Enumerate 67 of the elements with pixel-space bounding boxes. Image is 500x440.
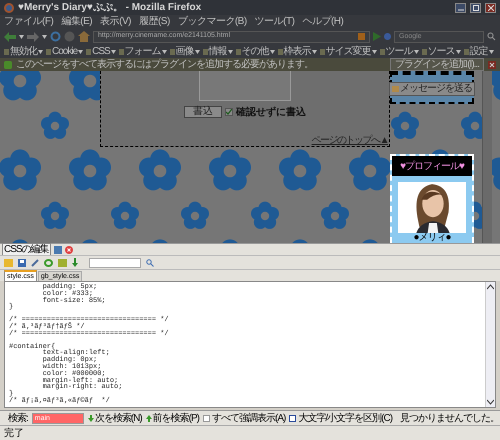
menu-item[interactable]: 編集(E)	[61, 16, 92, 28]
toolbar-menu[interactable]: 枠表示	[278, 46, 317, 58]
forward-arrow-icon[interactable]	[27, 32, 39, 42]
caret-icon	[456, 50, 461, 54]
down-arrow-icon	[88, 414, 94, 422]
caret-icon	[488, 50, 494, 54]
toolbar-menu[interactable]: 設定	[464, 46, 494, 58]
menu-item[interactable]: ブックマーク(B)	[178, 16, 247, 28]
checkbox-label: すべて強調表示(A)	[212, 412, 286, 424]
home-icon[interactable]	[78, 31, 90, 42]
caret-icon	[110, 50, 116, 54]
brush-icon[interactable]	[31, 258, 39, 266]
toolbar-menu[interactable]: Cookie	[46, 46, 84, 58]
toolbar-menu[interactable]: ソース	[422, 46, 461, 58]
up-arrow-icon	[146, 414, 152, 422]
search-icon[interactable]	[146, 258, 154, 266]
window-title: ♥Merry's Diary♥ぷぷ。 - Mozilla Firefox	[18, 1, 202, 15]
notification-text: このページをすべて表示するにはプラグインを追加する必要があります。	[16, 58, 314, 70]
checkbox[interactable]	[203, 414, 210, 422]
menu-item[interactable]: ツール(T)	[254, 16, 294, 28]
toolbar-menu[interactable]: 画像	[170, 46, 200, 58]
find-status: 見つかりませんでした。	[400, 412, 500, 424]
status-text: 完了	[4, 428, 24, 438]
toolbar-menu[interactable]: フォーム	[118, 46, 167, 58]
menu-item[interactable]: ヘルプ(H)	[302, 16, 344, 28]
toolbar-menu[interactable]: CSS	[86, 46, 116, 58]
menu-item[interactable]: ファイル(F)	[4, 16, 54, 28]
back-arrow-icon[interactable]	[4, 32, 16, 42]
save-icon[interactable]	[18, 258, 26, 266]
search-icon[interactable]	[487, 32, 496, 41]
caret-icon	[19, 34, 24, 38]
toolbar-menu[interactable]: 無効化	[4, 46, 43, 58]
close-button[interactable]	[485, 2, 496, 12]
go-arrow-icon[interactable]	[373, 32, 381, 41]
caret-icon	[372, 50, 377, 54]
caret-icon	[228, 50, 233, 54]
menu-item[interactable]: 表示(V)	[100, 16, 131, 28]
caret-icon	[42, 34, 47, 38]
close-icon[interactable]	[64, 246, 73, 254]
toolbar-menu[interactable]: その他	[236, 46, 275, 58]
maximize-icon	[472, 4, 478, 10]
caret-icon	[270, 50, 275, 54]
maximize-button[interactable]	[470, 2, 481, 12]
menu-item[interactable]: 履歴(S)	[138, 16, 170, 28]
caret-icon	[38, 50, 43, 54]
add-plugin-button[interactable]: プラグインを追加(I)...	[390, 58, 484, 71]
find-next-button[interactable]: 次を検索(N)	[88, 412, 142, 424]
down-arrow-icon[interactable]	[72, 258, 78, 267]
checkbox[interactable]	[289, 414, 296, 422]
checkbox-label: 大文字/小文字を区別(C)	[298, 412, 392, 424]
caret-icon	[194, 50, 200, 54]
close-icon	[488, 4, 494, 10]
caret-icon	[78, 50, 84, 54]
scroll-down-icon[interactable]	[487, 399, 494, 405]
panel-title: CSSの編集	[2, 243, 51, 256]
caret-icon	[162, 50, 167, 54]
search-field[interactable]	[89, 258, 141, 268]
close-icon[interactable]	[488, 60, 496, 68]
minimize-button[interactable]	[455, 2, 466, 12]
caret-icon	[312, 50, 317, 54]
toolbar-menu[interactable]: 情報	[202, 46, 233, 58]
toolbar-menu[interactable]: ツール	[380, 46, 419, 58]
scroll-up-icon[interactable]	[487, 284, 494, 290]
find-label: 検索:	[8, 412, 28, 424]
toolbar-menu[interactable]: サイズ変更	[320, 46, 377, 58]
find-previous-button[interactable]: 前を検索(P)	[146, 412, 200, 424]
caret-icon	[414, 50, 419, 54]
